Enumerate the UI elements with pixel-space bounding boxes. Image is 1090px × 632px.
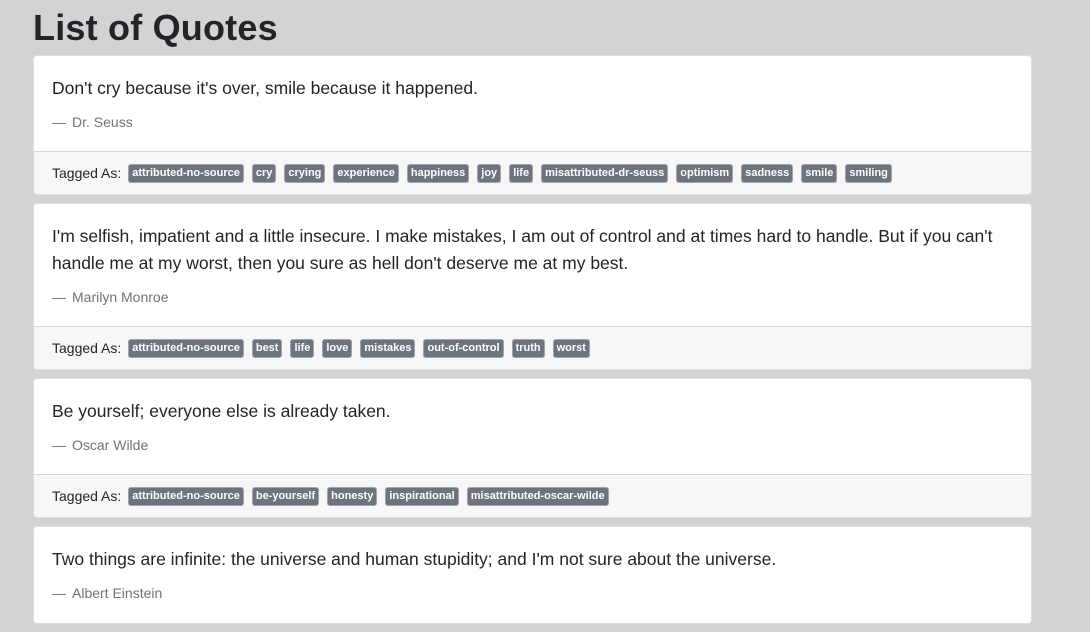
quote-author: — Dr. Seuss: [52, 112, 1013, 132]
tag-badge[interactable]: life: [509, 163, 534, 183]
tag-badge[interactable]: inspirational: [385, 486, 459, 506]
tag-badge[interactable]: best: [251, 338, 283, 358]
author-name: Albert Einstein: [72, 585, 163, 601]
tagged-as-label: Tagged As:: [52, 488, 122, 504]
author-dash: —: [52, 114, 66, 130]
author-name: Oscar Wilde: [72, 437, 149, 453]
tag-badge[interactable]: mistakes: [360, 338, 416, 358]
quote-body: Be yourself; everyone else is already ta…: [34, 379, 1031, 474]
tag-badge[interactable]: crying: [284, 163, 326, 183]
tag-badge[interactable]: worst: [552, 338, 590, 358]
tag-badge[interactable]: smiling: [845, 163, 892, 183]
tag-badge[interactable]: attributed-no-source: [128, 163, 244, 183]
quote-body: Two things are infinite: the universe an…: [34, 527, 1031, 623]
tag-badge[interactable]: attributed-no-source: [128, 486, 244, 506]
quote-text: I'm selfish, impatient and a little inse…: [52, 226, 993, 273]
quote-tags-footer: Tagged As: attributed-no-source cry crying e…: [34, 151, 1031, 194]
quote-author: — Albert Einstein: [52, 583, 1013, 603]
tag-badge[interactable]: happiness: [406, 163, 470, 183]
quote-card: Don't cry because it's over, smile becau…: [33, 55, 1032, 195]
quote-tags-footer: Tagged As: attributed-no-source be-yoursel…: [34, 474, 1031, 517]
tag-badge[interactable]: cry: [251, 163, 277, 183]
tag-badge[interactable]: experience: [333, 163, 399, 183]
page-container: List of Quotes Don't cry because it's ov…: [33, 0, 1032, 632]
author-name: Dr. Seuss: [72, 114, 133, 130]
quote-body: Don't cry because it's over, smile becau…: [34, 56, 1031, 151]
quote-text: Be yourself; everyone else is already ta…: [52, 401, 391, 421]
quote-list: Don't cry because it's over, smile becau…: [33, 55, 1032, 624]
quote-card: Be yourself; everyone else is already ta…: [33, 378, 1032, 518]
tag-badge[interactable]: misattributed-dr-seuss: [541, 163, 669, 183]
tag-badge[interactable]: sadness: [741, 163, 794, 183]
quote-card: Two things are infinite: the universe an…: [33, 526, 1032, 624]
tag-badge[interactable]: love: [322, 338, 353, 358]
tag-badge[interactable]: honesty: [327, 486, 378, 506]
page-title: List of Quotes: [33, 7, 278, 48]
author-name: Marilyn Monroe: [72, 289, 169, 305]
tag-badge[interactable]: out-of-control: [423, 338, 504, 358]
tag-badge[interactable]: misattributed-oscar-wilde: [466, 486, 609, 506]
quote-author: — Oscar Wilde: [52, 435, 1013, 455]
quote-author: — Marilyn Monroe: [52, 287, 1013, 307]
tagged-as-label: Tagged As:: [52, 165, 122, 181]
author-dash: —: [52, 437, 66, 453]
tag-badge[interactable]: smile: [801, 163, 838, 183]
tagged-as-label: Tagged As:: [52, 340, 122, 356]
tag-badge[interactable]: truth: [511, 338, 545, 358]
tag-badge[interactable]: optimism: [676, 163, 734, 183]
tag-badge[interactable]: life: [290, 338, 315, 358]
tag-badge[interactable]: attributed-no-source: [128, 338, 244, 358]
author-dash: —: [52, 289, 66, 305]
quote-text: Don't cry because it's over, smile becau…: [52, 78, 478, 98]
quote-body: I'm selfish, impatient and a little inse…: [34, 204, 1031, 326]
author-dash: —: [52, 585, 66, 601]
quote-tags-footer: Tagged As: attributed-no-source best life lo…: [34, 326, 1031, 369]
quote-card: I'm selfish, impatient and a little inse…: [33, 203, 1032, 370]
tag-badge[interactable]: joy: [477, 163, 502, 183]
tag-badge[interactable]: be-yourself: [251, 486, 320, 506]
quote-text: Two things are infinite: the universe an…: [52, 549, 777, 569]
